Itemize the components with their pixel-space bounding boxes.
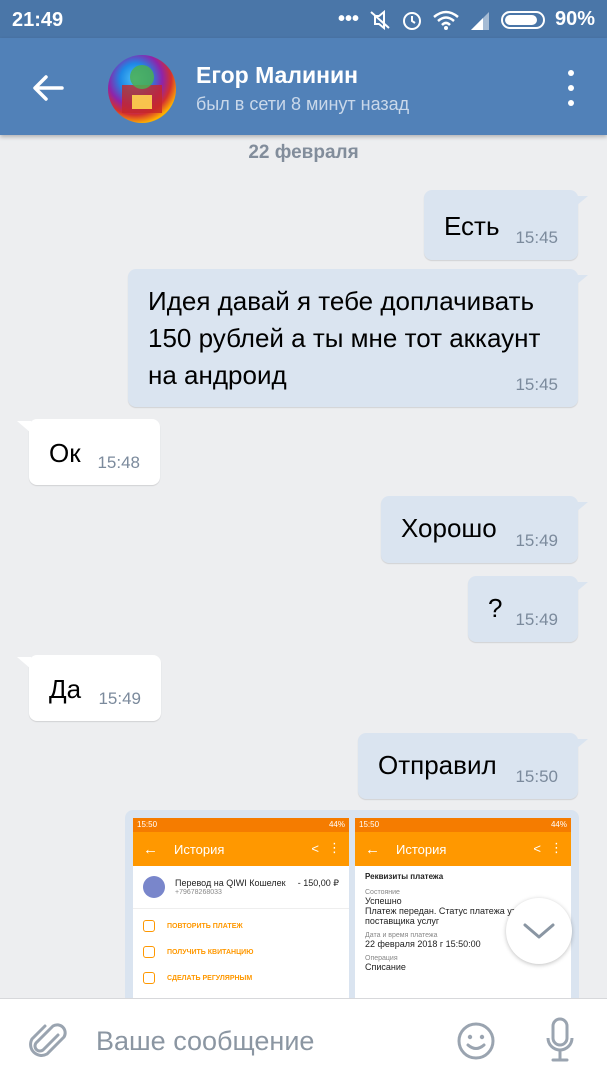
message-bubble[interactable]: Идея давай я тебе доплачивать 150 рублей…: [128, 269, 588, 407]
message-time: 15:49: [98, 689, 141, 708]
chevron-down-icon: [523, 923, 555, 939]
more-vert-icon: [568, 70, 574, 76]
message-text: Да: [49, 674, 82, 704]
mute-icon: [369, 9, 391, 30]
message-bubble[interactable]: Да 15:49: [17, 655, 161, 721]
message-time: 15:50: [515, 767, 558, 786]
shot-action: ПОЛУЧИТЬ КВИТАНЦИЮ: [133, 939, 349, 965]
contact-name[interactable]: Егор Малинин: [196, 62, 358, 89]
message-time: 15:45: [515, 375, 558, 394]
shot-transfer-amount: - 150,00 ₽: [297, 878, 339, 888]
message-time: 15:48: [97, 453, 140, 472]
message-bubble[interactable]: Ок 15:48: [17, 419, 160, 485]
voice-button[interactable]: [545, 1017, 575, 1063]
shot-share-icon: <: [311, 841, 319, 856]
shot-title: История: [396, 841, 447, 857]
shot-section-title: Реквизиты платежа: [365, 872, 444, 881]
paperclip-icon: [29, 1023, 67, 1057]
back-button[interactable]: [24, 64, 72, 112]
message-text: Идея давай я тебе доплачивать 150 рублей…: [148, 286, 541, 390]
shot-status-battery: 44%: [550, 820, 567, 829]
message-text: Есть: [444, 211, 500, 241]
battery-level: 90%: [554, 8, 595, 30]
contact-status: был в сети 8 минут назад: [196, 94, 410, 114]
alarm-icon: [401, 9, 423, 31]
chat-header: Егор Малинин был в сети 8 минут назад: [0, 38, 607, 135]
shot-action: СДЕЛАТЬ РЕГУЛЯРНЫМ: [133, 965, 349, 991]
smile-icon: [457, 1022, 495, 1060]
message-input-bar: [0, 998, 607, 1080]
shot-transfer-label: Перевод на QIWI Кошелек: [175, 878, 286, 888]
shot-status-battery: 44%: [328, 820, 345, 829]
battery-icon: [500, 10, 545, 29]
message-time: 15:49: [515, 610, 558, 629]
message-text: Отправил: [378, 750, 497, 780]
shot-qiwi-icon: [143, 876, 165, 898]
shot-action: ПОВТОРИТЬ ПЛАТЕЖ: [133, 913, 349, 939]
message-bubble[interactable]: Есть 15:45: [424, 190, 588, 260]
shot-more-icon: ⋮: [328, 840, 341, 855]
shot-back-icon: ←: [143, 840, 158, 858]
message-time: 15:49: [515, 531, 558, 550]
shot-share-icon: <: [533, 841, 541, 856]
shot-state-label: Состояние: [365, 889, 400, 896]
message-time: 15:45: [515, 228, 558, 247]
message-bubble[interactable]: Хорошо 15:49: [381, 496, 588, 563]
wifi-icon: [433, 10, 459, 30]
message-text: Хорошо: [401, 513, 497, 543]
status-bar: 21:49 ••• 90%: [0, 0, 607, 38]
shot-transfer-phone: +79678268033: [175, 889, 222, 896]
avatar[interactable]: [108, 55, 176, 123]
message-text: ?: [488, 593, 503, 623]
date-separator: 22 февраля: [248, 142, 359, 163]
shot-more-icon: ⋮: [550, 840, 563, 855]
message-bubble[interactable]: ? 15:49: [468, 576, 588, 642]
photo-attachment[interactable]: 15:50 44% ← История < ⋮ Перевод на QIWI Коше…: [125, 810, 579, 1005]
dots-icon: •••: [337, 8, 359, 30]
attach-button[interactable]: [28, 1019, 68, 1063]
message-text: Ок: [49, 438, 81, 468]
attachment-screenshot-history: 15:50 44% ← История < ⋮ Перевод на QIWI Коше…: [133, 818, 349, 1005]
back-arrow-icon: [33, 75, 64, 101]
shot-back-icon: ←: [365, 840, 380, 858]
emoji-button[interactable]: [456, 1021, 496, 1061]
more-menu-button[interactable]: [561, 70, 581, 106]
shot-status-time: 15:50: [137, 820, 158, 829]
scroll-down-button[interactable]: [506, 898, 572, 964]
shot-status-time: 15:50: [359, 820, 380, 829]
status-time: 21:49: [12, 9, 64, 31]
message-input[interactable]: [96, 1021, 426, 1061]
message-bubble[interactable]: Отправил 15:50: [358, 733, 588, 799]
signal-icon: [469, 10, 491, 30]
shot-title: История: [174, 841, 225, 857]
microphone-icon: [546, 1017, 574, 1062]
